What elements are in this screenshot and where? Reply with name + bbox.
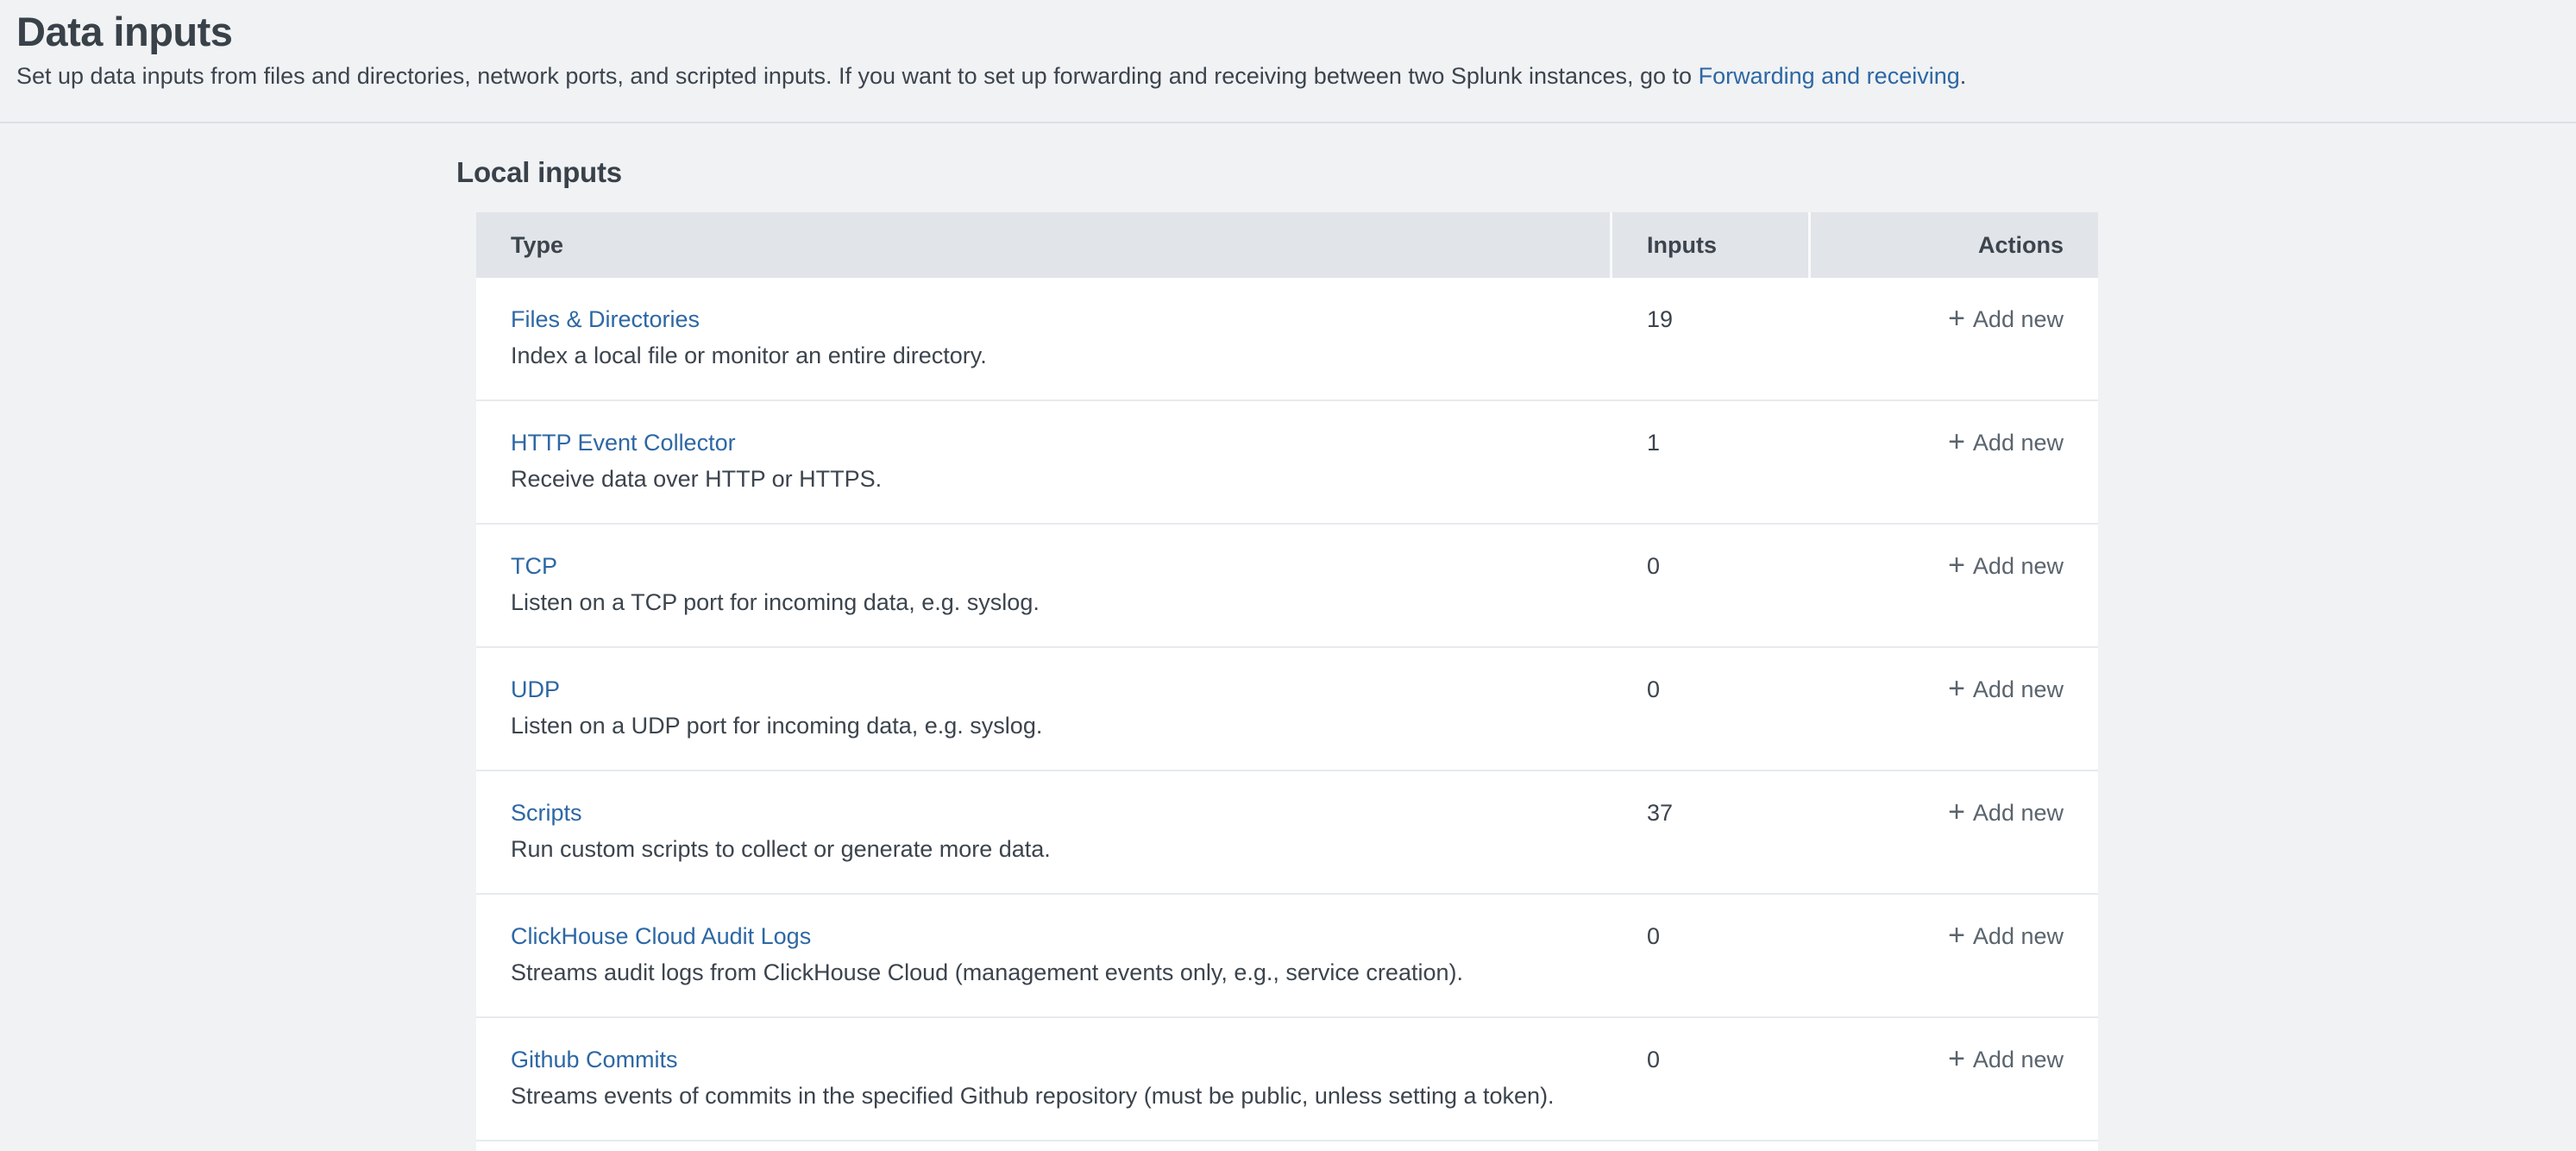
add-new-label: Add new (1973, 919, 2064, 953)
add-new-label: Add new (1973, 549, 2064, 583)
input-type-link[interactable]: Github Commits (511, 1042, 678, 1077)
actions-cell: + Add new (1811, 401, 2098, 523)
actions-cell: + Add new (1811, 525, 2098, 646)
plus-icon: + (1948, 548, 1965, 582)
plus-icon: + (1948, 1041, 1965, 1076)
inputs-count: 37 (1612, 771, 1808, 893)
section-heading-local-inputs: Local inputs (456, 156, 2576, 189)
column-header-inputs: Inputs (1612, 212, 1808, 278)
add-new-link[interactable]: + Add new (1948, 672, 2064, 707)
add-new-link[interactable]: + Add new (1948, 425, 2064, 460)
table-row-partial (476, 1142, 2098, 1151)
input-type-link[interactable]: HTTP Event Collector (511, 425, 736, 460)
page-header: Data inputs Set up data inputs from file… (0, 0, 2576, 123)
type-cell: ClickHouse Cloud Audit Logs Streams audi… (476, 895, 1610, 1016)
column-header-type: Type (476, 212, 1610, 278)
type-cell: HTTP Event Collector Receive data over H… (476, 401, 1610, 523)
add-new-label: Add new (1973, 1042, 2064, 1077)
page-subtitle: Set up data inputs from files and direct… (16, 62, 2576, 90)
page-subtitle-text: Set up data inputs from files and direct… (16, 63, 1699, 89)
page-subtitle-period: . (1960, 63, 1967, 89)
actions-cell: + Add new (1811, 648, 2098, 770)
table-row: Github Commits Streams events of commits… (476, 1018, 2098, 1142)
inputs-count: 0 (1612, 1018, 1808, 1140)
table-row: TCP Listen on a TCP port for incoming da… (476, 525, 2098, 648)
inputs-count: 1 (1612, 401, 1808, 523)
column-header-actions: Actions (1811, 212, 2098, 278)
table-row: Files & Directories Index a local file o… (476, 278, 2098, 401)
actions-cell: + Add new (1811, 895, 2098, 1016)
input-type-description: Listen on a UDP port for incoming data, … (511, 708, 1593, 743)
inputs-count: 0 (1612, 525, 1808, 646)
add-new-link[interactable]: + Add new (1948, 919, 2064, 953)
input-type-link[interactable]: ClickHouse Cloud Audit Logs (511, 919, 811, 953)
input-type-description: Receive data over HTTP or HTTPS. (511, 462, 1593, 496)
table-row: HTTP Event Collector Receive data over H… (476, 401, 2098, 525)
actions-cell: + Add new (1811, 278, 2098, 399)
input-type-link[interactable]: Scripts (511, 796, 582, 830)
main-content: Local inputs Type Inputs Actions Files &… (0, 123, 2576, 1151)
add-new-link[interactable]: + Add new (1948, 1042, 2064, 1077)
type-cell: Scripts Run custom scripts to collect or… (476, 771, 1610, 893)
add-new-label: Add new (1973, 302, 2064, 336)
table-row: ClickHouse Cloud Audit Logs Streams audi… (476, 895, 2098, 1018)
add-new-label: Add new (1973, 796, 2064, 830)
forwarding-and-receiving-link[interactable]: Forwarding and receiving (1699, 63, 1960, 89)
table-row: Scripts Run custom scripts to collect or… (476, 771, 2098, 895)
inputs-count: 0 (1612, 648, 1808, 770)
add-new-link[interactable]: + Add new (1948, 796, 2064, 830)
input-type-description: Streams audit logs from ClickHouse Cloud… (511, 955, 1593, 990)
actions-cell: + Add new (1811, 771, 2098, 893)
type-cell: TCP Listen on a TCP port for incoming da… (476, 525, 1610, 646)
local-inputs-table: Type Inputs Actions Files & Directories … (476, 212, 2098, 1151)
page-title: Data inputs (16, 0, 2576, 55)
add-new-label: Add new (1973, 425, 2064, 460)
input-type-description: Streams events of commits in the specifi… (511, 1079, 1593, 1113)
input-type-link[interactable]: Files & Directories (511, 302, 700, 336)
actions-cell: + Add new (1811, 1018, 2098, 1140)
input-type-description: Index a local file or monitor an entire … (511, 338, 1593, 373)
inputs-count: 0 (1612, 895, 1808, 1016)
plus-icon: + (1948, 425, 1965, 459)
table-body: Files & Directories Index a local file o… (476, 278, 2098, 1151)
type-cell: Github Commits Streams events of commits… (476, 1018, 1610, 1140)
type-cell: UDP Listen on a UDP port for incoming da… (476, 648, 1610, 770)
input-type-description: Listen on a TCP port for incoming data, … (511, 585, 1593, 620)
plus-icon: + (1948, 795, 1965, 829)
inputs-count: 19 (1612, 278, 1808, 399)
table-row: UDP Listen on a UDP port for incoming da… (476, 648, 2098, 771)
add-new-link[interactable]: + Add new (1948, 302, 2064, 336)
add-new-label: Add new (1973, 672, 2064, 707)
input-type-link[interactable]: UDP (511, 672, 560, 707)
plus-icon: + (1948, 301, 1965, 336)
input-type-link[interactable]: TCP (511, 549, 557, 583)
table-header-row: Type Inputs Actions (476, 212, 2098, 278)
plus-icon: + (1948, 918, 1965, 953)
plus-icon: + (1948, 671, 1965, 706)
type-cell: Files & Directories Index a local file o… (476, 278, 1610, 399)
input-type-description: Run custom scripts to collect or generat… (511, 832, 1593, 866)
add-new-link[interactable]: + Add new (1948, 549, 2064, 583)
